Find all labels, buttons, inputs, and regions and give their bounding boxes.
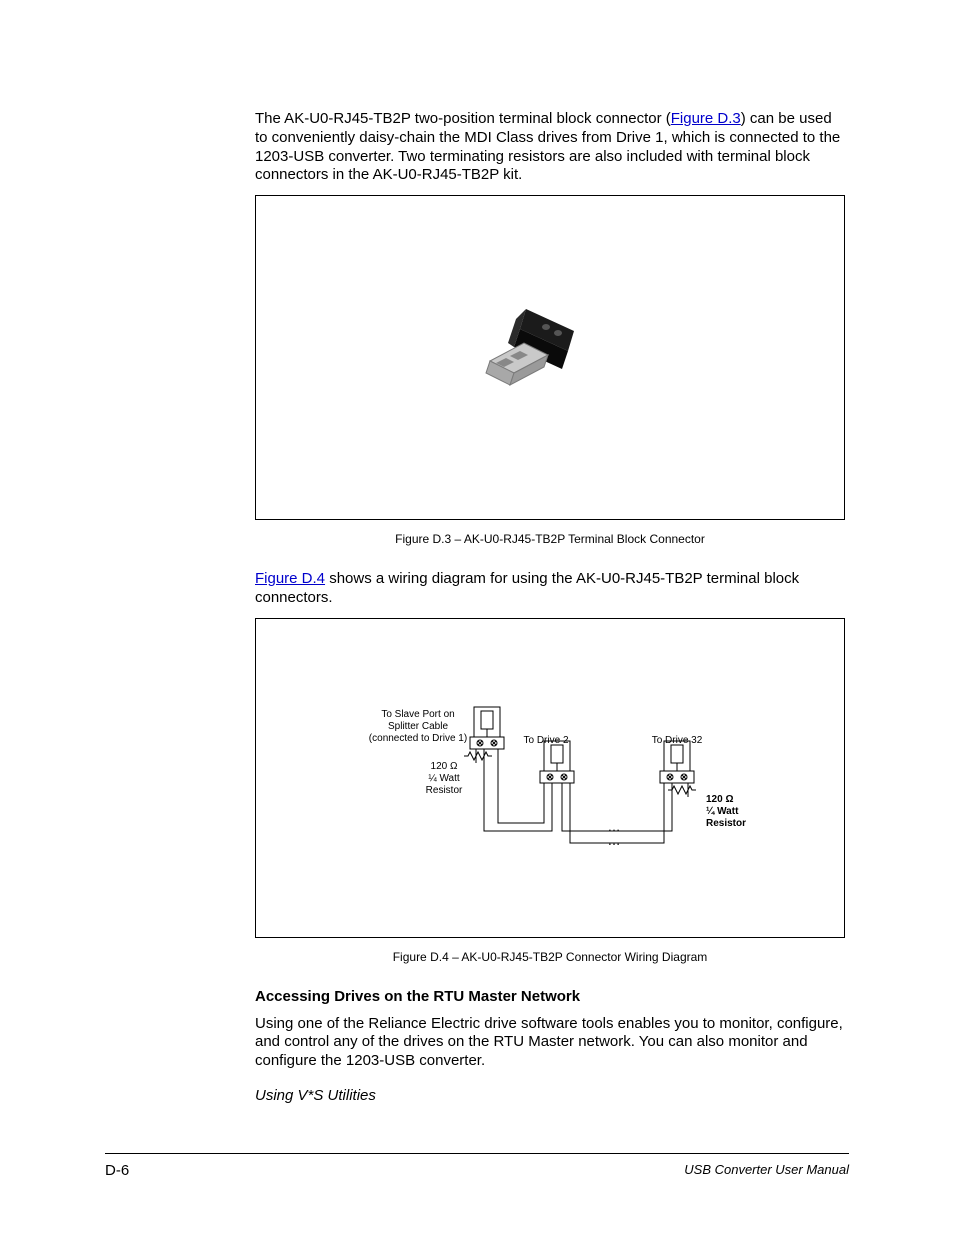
to-drive-32-label: To Drive 32: [642, 735, 712, 747]
to-drive-2-label: To Drive 2: [516, 735, 576, 747]
figure-d3-link[interactable]: Figure D.3: [671, 110, 741, 127]
accessing-drives-heading: Accessing Drives on the RTU Master Netwo…: [255, 988, 845, 1005]
manual-title: USB Converter User Manual: [684, 1162, 849, 1179]
figure-d3-frame: [255, 195, 845, 520]
paragraph-1: The AK-U0-RJ45-TB2P two-position termina…: [255, 110, 845, 185]
content-column: The AK-U0-RJ45-TB2P two-position termina…: [255, 110, 845, 1104]
right-resistor-label: 120 Ω ¼ Watt Resistor: [706, 794, 761, 830]
left-resistor-label: 120 Ω ¼ Watt Resistor: [419, 761, 469, 797]
using-vs-utilities-heading: Using V*S Utilities: [255, 1087, 845, 1104]
slave-port-label: To Slave Port on Splitter Cable (connect…: [364, 709, 472, 745]
figure-d3-caption: Figure D.3 – AK-U0-RJ45-TB2P Terminal Bl…: [255, 532, 845, 546]
page-number: D-6: [105, 1162, 129, 1179]
page-footer: D-6 USB Converter User Manual: [105, 1153, 849, 1179]
connector-illustration: [476, 301, 596, 396]
paragraph-3: Using one of the Reliance Electric drive…: [255, 1015, 845, 1071]
ellipsis-2: …: [604, 833, 624, 849]
paragraph-2: Figure D.4 shows a wiring diagram for us…: [255, 570, 845, 608]
document-page: The AK-U0-RJ45-TB2P two-position termina…: [0, 0, 954, 1235]
para2-post: shows a wiring diagram for using the AK-…: [255, 570, 799, 606]
figure-d4-link[interactable]: Figure D.4: [255, 570, 325, 587]
figure-d4-caption: Figure D.4 – AK-U0-RJ45-TB2P Connector W…: [255, 950, 845, 964]
para1-pre: The AK-U0-RJ45-TB2P two-position termina…: [255, 110, 671, 127]
figure-d4-frame: To Slave Port on Splitter Cable (connect…: [255, 618, 845, 938]
wiring-diagram-svg: [256, 619, 846, 939]
